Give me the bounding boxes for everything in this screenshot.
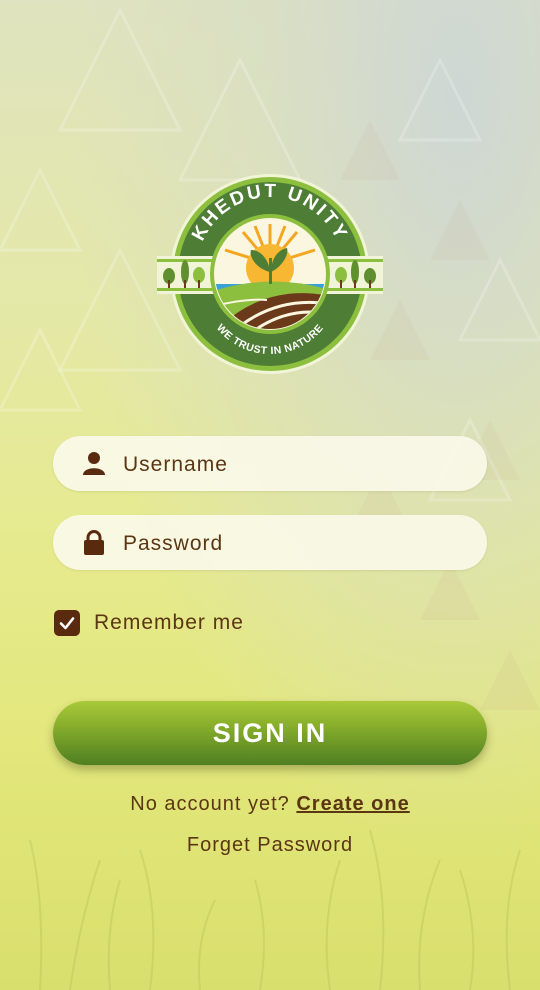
sign-in-button[interactable]: SIGN IN <box>53 701 487 765</box>
khedut-unity-logo: KHEDUT UNITY WE TRUST IN NATURE <box>157 174 383 374</box>
lock-icon <box>84 530 104 555</box>
forgot-password-link[interactable]: Forget Password <box>0 834 540 857</box>
remember-me-checkbox[interactable] <box>54 610 80 636</box>
password-input[interactable] <box>121 515 465 572</box>
checkmark-icon <box>59 617 75 630</box>
no-account-text: No account yet? <box>130 793 290 815</box>
create-account-link[interactable]: Create one <box>296 793 409 815</box>
remember-me-row[interactable]: Remember me <box>54 609 244 637</box>
no-account-row: No account yet? Create one <box>0 793 540 816</box>
username-input[interactable] <box>121 436 465 493</box>
password-field[interactable] <box>53 515 487 572</box>
user-icon <box>83 452 105 475</box>
remember-me-label: Remember me <box>94 611 244 634</box>
username-field[interactable] <box>53 436 487 493</box>
